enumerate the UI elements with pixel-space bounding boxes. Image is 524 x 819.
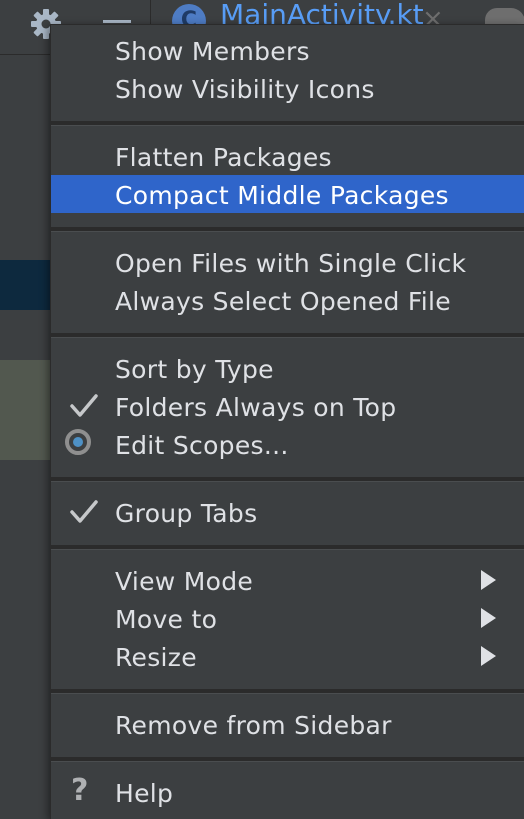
minimize-icon[interactable] <box>103 20 131 23</box>
menu-item-label: Group Tabs <box>115 499 258 528</box>
menu-item-label: Open Files with Single Click <box>115 249 467 278</box>
project-tree-selected-row[interactable] <box>0 260 52 310</box>
menu-item-help[interactable]: ? Help <box>51 773 524 811</box>
menu-item-label: Flatten Packages <box>115 143 332 172</box>
menu-item-label: Resize <box>115 643 197 672</box>
menu-item-group-tabs[interactable]: Group Tabs <box>51 493 524 531</box>
checkmark-icon <box>70 394 98 417</box>
project-tree-highlight-row <box>0 360 52 460</box>
menu-item-label: Always Select Opened File <box>115 287 451 316</box>
menu-item-move-to[interactable]: Move to <box>51 599 524 637</box>
menu-item-label: Show Visibility Icons <box>115 75 375 104</box>
radio-selected-icon <box>65 429 91 455</box>
project-options-popup-menu: Show Members Show Visibility Icons Flatt… <box>50 24 524 819</box>
menu-separator <box>51 757 524 762</box>
menu-item-edit-scopes[interactable]: Edit Scopes... <box>51 425 524 463</box>
menu-separator <box>51 545 524 550</box>
menu-item-remove-from-sidebar[interactable]: Remove from Sidebar <box>51 705 524 743</box>
menu-item-always-select-opened-file[interactable]: Always Select Opened File <box>51 281 524 319</box>
menu-item-label: View Mode <box>115 567 254 596</box>
menu-item-folders-always-on-top[interactable]: Folders Always on Top <box>51 387 524 425</box>
submenu-arrow-icon <box>481 608 496 628</box>
menu-separator <box>51 689 524 694</box>
menu-item-label: Help <box>115 779 174 808</box>
menu-separator <box>51 333 524 338</box>
menu-item-resize[interactable]: Resize <box>51 637 524 675</box>
menu-item-label: Edit Scopes... <box>115 431 289 460</box>
menu-item-label: Move to <box>115 605 218 634</box>
menu-item-label: Remove from Sidebar <box>115 711 392 740</box>
submenu-arrow-icon <box>481 646 496 666</box>
menu-item-label: Compact Middle Packages <box>115 181 449 210</box>
menu-item-show-visibility-icons[interactable]: Show Visibility Icons <box>51 69 524 107</box>
menu-item-show-members[interactable]: Show Members <box>51 31 524 69</box>
menu-item-label: Show Members <box>115 37 310 66</box>
menu-separator <box>51 121 524 126</box>
menu-item-open-files-single-click[interactable]: Open Files with Single Click <box>51 243 524 281</box>
menu-item-label: Sort by Type <box>115 355 274 384</box>
menu-separator <box>51 477 524 482</box>
menu-item-view-mode[interactable]: View Mode <box>51 561 524 599</box>
menu-item-flatten-packages[interactable]: Flatten Packages <box>51 137 524 175</box>
menu-item-label: Folders Always on Top <box>115 393 397 422</box>
menu-item-sort-by-type[interactable]: Sort by Type <box>51 349 524 387</box>
menu-item-compact-middle-packages[interactable]: Compact Middle Packages <box>51 175 524 213</box>
question-icon: ? <box>71 773 89 808</box>
menu-separator <box>51 227 524 232</box>
submenu-arrow-icon <box>481 570 496 590</box>
checkmark-icon <box>70 500 98 523</box>
